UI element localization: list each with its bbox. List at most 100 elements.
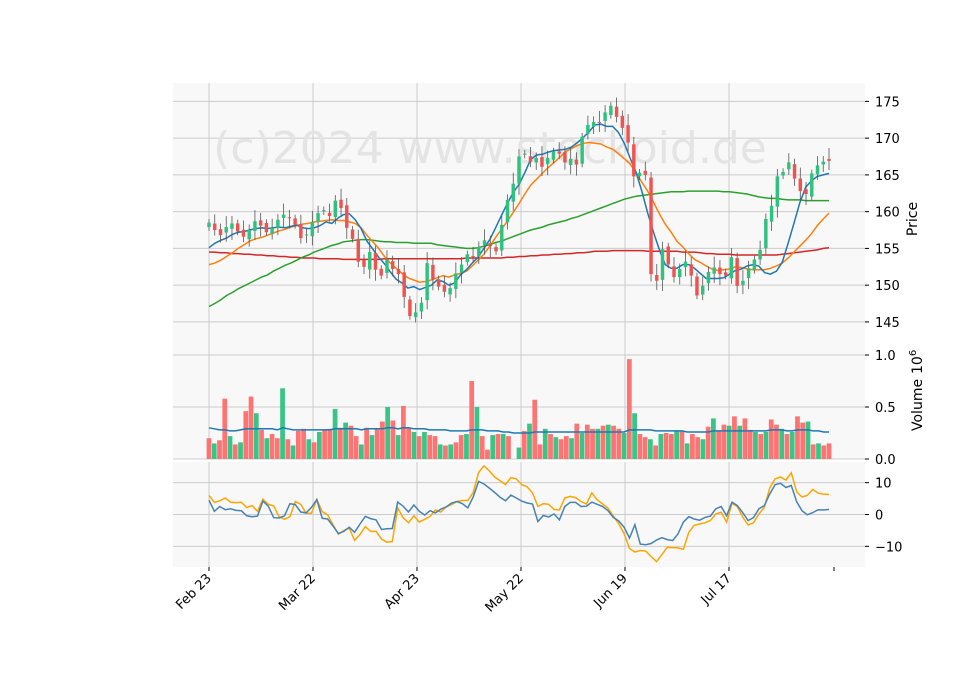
volume-bar [453, 442, 459, 459]
volume-bar [464, 434, 469, 459]
candle-up [425, 263, 429, 301]
volume-bar [600, 425, 606, 459]
candle-up [333, 200, 338, 217]
volume-bar [353, 436, 359, 459]
candle-down [218, 229, 223, 236]
candle-down [345, 205, 349, 228]
candle-up [465, 254, 470, 262]
volume-bar [206, 438, 212, 459]
volume-bar [295, 430, 301, 459]
volume-bar [232, 444, 238, 459]
candle-up [815, 165, 820, 175]
volume-bar [753, 431, 758, 459]
volume-bar [306, 439, 312, 459]
candle-up [545, 157, 550, 165]
volume-tick-label: 0.5 [875, 401, 896, 416]
volume-bar [721, 424, 727, 459]
price-axis-label: Price [905, 202, 921, 236]
volume-bar [653, 445, 658, 459]
candle-up [413, 312, 418, 317]
price-tick-label: 145 [875, 316, 900, 331]
volume-bar [674, 430, 679, 459]
volume-bar [516, 447, 522, 459]
volume-bar [584, 424, 590, 459]
volume-bar [558, 439, 564, 459]
x-tick-label: Mar 22 [276, 571, 319, 614]
volume-bar [805, 421, 811, 459]
candle-up [821, 161, 825, 165]
volume-bar [821, 445, 827, 459]
volume-bar [521, 430, 527, 459]
volume-bar [411, 431, 417, 459]
candle-down [356, 238, 360, 262]
volume-bar [316, 431, 322, 459]
candle-down [689, 264, 693, 276]
chart-svg: (c)2024 www.stockoid.de 145 150 155 160 165 1… [173, 83, 926, 615]
volume-bar [290, 445, 296, 459]
candle-down [327, 212, 332, 217]
candle-up [758, 249, 762, 260]
volume-bar [327, 428, 333, 459]
candle-down [827, 159, 831, 161]
volume-bar [816, 443, 821, 459]
volume-bar [590, 428, 595, 459]
volume-bar [311, 442, 317, 459]
volume-bar [264, 438, 270, 459]
candle-up [683, 261, 688, 268]
candle-up [729, 257, 734, 279]
x-tick-label: Apr 23 [382, 571, 423, 612]
volume-bar [222, 398, 228, 459]
candle-up [270, 227, 274, 234]
volume-bar [406, 427, 412, 459]
candle-up [517, 156, 521, 184]
volume-bar [768, 419, 774, 459]
volume-bar [647, 439, 653, 459]
volume-bar [542, 428, 548, 459]
candle-down [396, 268, 401, 275]
candle-down [632, 144, 636, 177]
candle-down [431, 264, 435, 280]
candle-up [230, 223, 234, 229]
volume-bar [616, 428, 622, 459]
candle-up [637, 172, 642, 177]
candle-down [792, 164, 797, 179]
price-tick-label: 155 [875, 242, 900, 257]
price-tick-label: 165 [875, 169, 900, 184]
volume-bar [395, 435, 401, 459]
candle-down [436, 279, 441, 287]
candle-up [454, 273, 458, 289]
volume-bar [779, 428, 785, 459]
volume-bar [758, 434, 764, 459]
volume-bar [700, 439, 706, 459]
watermark: (c)2024 www.stockoid.de [213, 123, 767, 174]
volume-bar [401, 405, 406, 459]
volume-bar [716, 430, 722, 459]
volume-bar [679, 430, 685, 459]
candle-up [775, 176, 780, 207]
candle-down [293, 218, 297, 225]
volume-bar [337, 427, 343, 459]
volume-axis-multiplier: 106 [908, 350, 926, 374]
volume-bar [259, 429, 264, 459]
volume-bar [474, 407, 480, 459]
volume-bar [390, 420, 396, 459]
candle-down [540, 157, 544, 167]
volume-bar [385, 407, 391, 459]
candle-down [735, 258, 739, 286]
candle-down [379, 268, 383, 276]
candle-down [643, 170, 648, 175]
volume-bar [443, 445, 448, 459]
volume-bar [359, 444, 364, 459]
volume-bar [605, 424, 611, 459]
candle-down [390, 261, 395, 269]
candle-up [712, 267, 716, 274]
candle-down [494, 247, 498, 252]
candle-down [299, 223, 303, 239]
volume-bar [416, 436, 422, 459]
candle-down [655, 275, 659, 281]
volume-bar [348, 425, 354, 459]
volume-bar [490, 435, 496, 459]
oscillator-tick-label: −10 [875, 540, 902, 555]
candle-up [551, 151, 556, 160]
candle-up [385, 259, 389, 273]
